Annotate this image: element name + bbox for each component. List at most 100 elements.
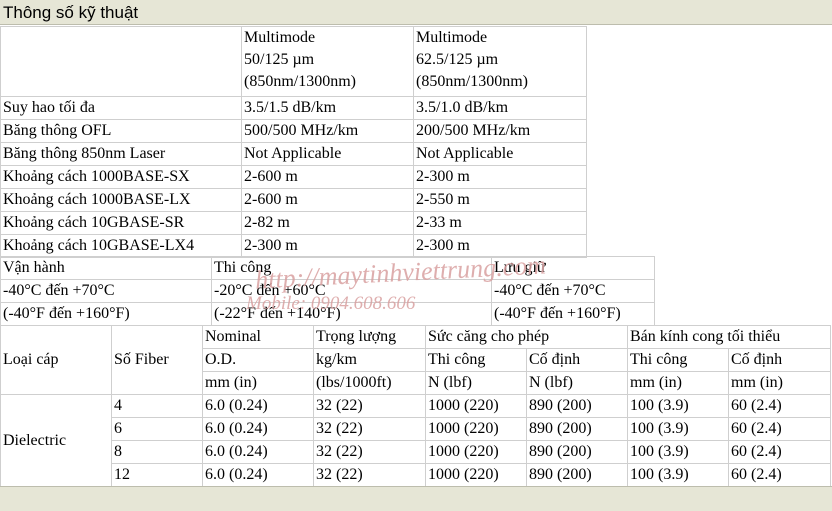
spec-label: Khoảng cách 10GBASE-LX4: [0, 234, 242, 258]
temp-celsius: -40°C đến +70°C: [491, 279, 655, 303]
fiber-count-header: Số Fiber: [111, 325, 203, 395]
cable-header-row: Loại cáp Số Fiber Nominal Trọng lượng Sứ…: [0, 325, 831, 395]
od-header-1: Nominal: [202, 325, 314, 349]
table-row: Dielectric 4 6.0 (0.24) 32 (22) 1000 (22…: [0, 394, 831, 487]
tensile-fixed-header: Cố định: [526, 348, 628, 372]
table-row: Băng thông 850nm Laser Not Applicable No…: [0, 142, 587, 166]
bend-install-header: Thi công: [627, 348, 729, 372]
temperature-table: Vận hành Thi công Lưu giữ -40°C đến +70°…: [0, 256, 655, 326]
od-header-3: mm (in): [202, 371, 314, 395]
cell: 32 (22): [313, 394, 426, 418]
bend-install-unit: mm (in): [627, 371, 729, 395]
spec-label: Khoảng cách 10GBASE-SR: [0, 211, 242, 235]
spec-header-row: Multimode 50/125 µm (850nm/1300nm) Multi…: [0, 26, 587, 97]
temp-header-operating: Vận hành: [0, 256, 212, 280]
cell: 1000 (220): [425, 394, 527, 418]
spec-value: 2-300 m: [241, 234, 414, 258]
table-row: 6 6.0 (0.24) 32 (22) 1000 (220) 890 (200…: [1, 417, 831, 441]
cable-table: Loại cáp Số Fiber Nominal Trọng lượng Sứ…: [0, 325, 831, 487]
cell: 32 (22): [313, 440, 426, 464]
cell: 32 (22): [313, 463, 426, 487]
table-row: Suy hao tối đa 3.5/1.5 dB/km 3.5/1.0 dB/…: [0, 96, 587, 120]
spec-header-50: Multimode 50/125 µm (850nm/1300nm): [241, 26, 414, 97]
footer-bar: [0, 486, 832, 511]
spec-value: 3.5/1.5 dB/km: [241, 96, 414, 120]
spec-label: Băng thông 850nm Laser: [0, 142, 242, 166]
spec-value: 500/500 MHz/km: [241, 119, 414, 143]
spec-label: Khoảng cách 1000BASE-LX: [0, 188, 242, 212]
spec-label: Khoảng cách 1000BASE-SX: [0, 165, 242, 189]
table-row: (-40°F đến +160°F) (-22°F đến +140°F) (-…: [0, 302, 655, 326]
bend-fixed-unit: mm (in): [728, 371, 831, 395]
spec-value: 200/500 MHz/km: [413, 119, 587, 143]
cell: 890 (200): [526, 463, 628, 487]
temp-fahrenheit: (-22°F đến +140°F): [211, 302, 492, 326]
tensile-fixed-unit: N (lbf): [526, 371, 628, 395]
cable-type-header: Loại cáp: [0, 325, 112, 395]
page-title: Thông số kỹ thuật: [0, 0, 832, 25]
table-row: -40°C đến +70°C -20°C đến +60°C -40°C đế…: [0, 279, 655, 303]
temp-celsius: -20°C đến +60°C: [211, 279, 492, 303]
tensile-header: Sức căng cho phép: [425, 325, 628, 349]
spec-value: 2-33 m: [413, 211, 587, 235]
spec-header-empty: [0, 26, 242, 97]
spec-header-62: Multimode 62.5/125 µm (850nm/1300nm): [413, 26, 587, 97]
cell: 12: [111, 463, 203, 487]
cell: 100 (3.9): [627, 440, 729, 464]
temp-header-installation: Thi công: [211, 256, 492, 280]
od-header-2: O.D.: [202, 348, 314, 372]
temp-header-storage: Lưu giữ: [491, 256, 655, 280]
cell: 60 (2.4): [728, 394, 831, 418]
spec-value: 2-300 m: [413, 234, 587, 258]
cell: 32 (22): [313, 417, 426, 441]
weight-header-2: kg/km: [313, 348, 426, 372]
cell: 4: [111, 394, 203, 418]
spec-value: Not Applicable: [241, 142, 414, 166]
cell: 100 (3.9): [627, 417, 729, 441]
table-row: 12 6.0 (0.24) 32 (22) 1000 (220) 890 (20…: [1, 463, 831, 487]
cell: 6.0 (0.24): [202, 394, 314, 418]
weight-header-3: (lbs/1000ft): [313, 371, 426, 395]
cell: 60 (2.4): [728, 463, 831, 487]
cell: 100 (3.9): [627, 463, 729, 487]
spec-value: 2-82 m: [241, 211, 414, 235]
bend-radius-header: Bán kính cong tối thiểu: [627, 325, 831, 349]
spec-value: 3.5/1.0 dB/km: [413, 96, 587, 120]
table-row: Khoảng cách 1000BASE-LX 2-600 m 2-550 m: [0, 188, 587, 212]
spec-label: Suy hao tối đa: [0, 96, 242, 120]
cell: 890 (200): [526, 394, 628, 418]
cell: 60 (2.4): [728, 417, 831, 441]
spec-value: 2-600 m: [241, 188, 414, 212]
cell: 6: [111, 417, 203, 441]
spec-value: Not Applicable: [413, 142, 587, 166]
spec-table: Multimode 50/125 µm (850nm/1300nm) Multi…: [0, 26, 587, 258]
cell: 8: [111, 440, 203, 464]
cell: 6.0 (0.24): [202, 417, 314, 441]
cell: 890 (200): [526, 440, 628, 464]
cell: 1000 (220): [425, 440, 527, 464]
spec-value: 2-600 m: [241, 165, 414, 189]
cell: 6.0 (0.24): [202, 440, 314, 464]
table-row: Khoảng cách 10GBASE-LX4 2-300 m 2-300 m: [0, 234, 587, 258]
spec-value: 2-550 m: [413, 188, 587, 212]
weight-header-1: Trọng lượng: [313, 325, 426, 349]
cell: 6.0 (0.24): [202, 463, 314, 487]
table-row: Vận hành Thi công Lưu giữ: [0, 256, 655, 280]
spec-label: Băng thông OFL: [0, 119, 242, 143]
table-row: 8 6.0 (0.24) 32 (22) 1000 (220) 890 (200…: [1, 440, 831, 464]
table-row: Khoảng cách 1000BASE-SX 2-600 m 2-300 m: [0, 165, 587, 189]
temp-celsius: -40°C đến +70°C: [0, 279, 212, 303]
spec-value: 2-300 m: [413, 165, 587, 189]
tensile-install-unit: N (lbf): [425, 371, 527, 395]
table-row: Khoảng cách 10GBASE-SR 2-82 m 2-33 m: [0, 211, 587, 235]
tensile-install-header: Thi công: [425, 348, 527, 372]
cell: 1000 (220): [425, 417, 527, 441]
cell: 890 (200): [526, 417, 628, 441]
temp-fahrenheit: (-40°F đến +160°F): [491, 302, 655, 326]
bend-fixed-header: Cố định: [728, 348, 831, 372]
cell: 100 (3.9): [627, 394, 729, 418]
cell: 1000 (220): [425, 463, 527, 487]
temp-fahrenheit: (-40°F đến +160°F): [0, 302, 212, 326]
cable-type-value: Dielectric: [0, 394, 112, 487]
table-row: Băng thông OFL 500/500 MHz/km 200/500 MH…: [0, 119, 587, 143]
